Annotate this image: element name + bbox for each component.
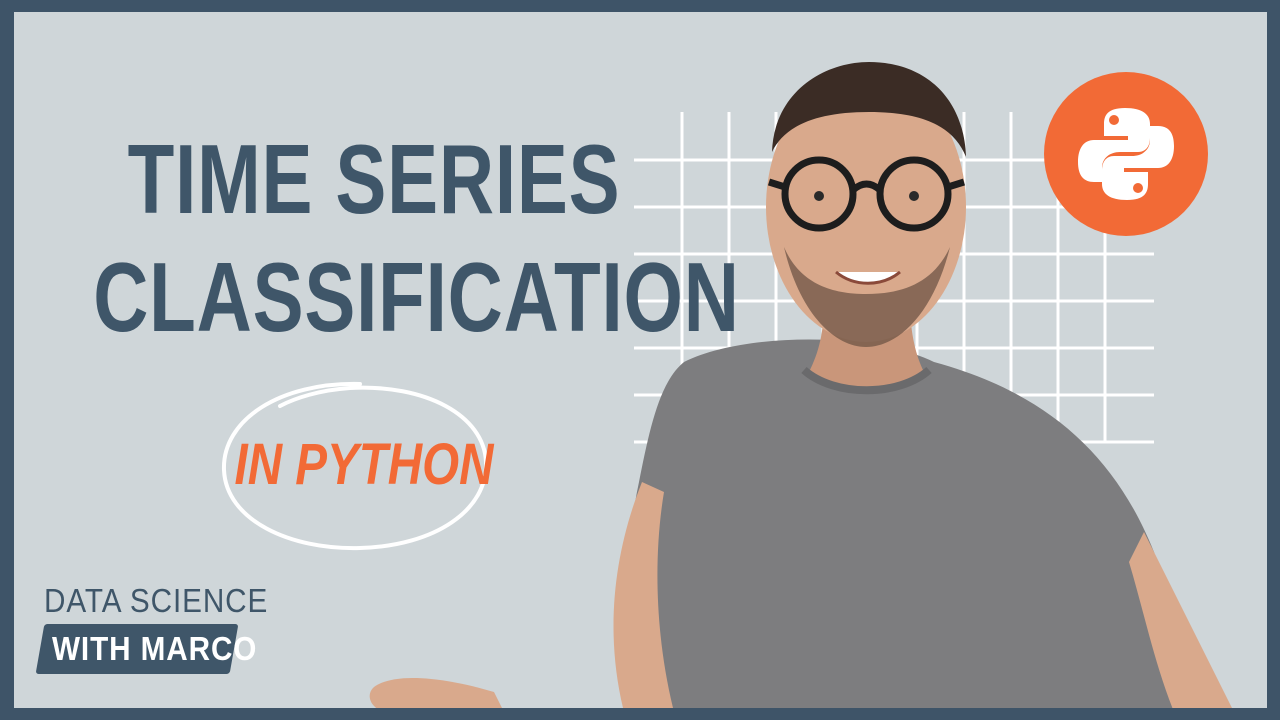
- presenter-photo: [369, 62, 1232, 708]
- brand-line-1: DATA SCIENCE: [44, 582, 269, 619]
- brand-line-2: WITH MARCO: [52, 630, 258, 667]
- thumbnail-canvas: TIME SERIES CLASSIFICATION IN PYTHON DAT…: [14, 12, 1267, 708]
